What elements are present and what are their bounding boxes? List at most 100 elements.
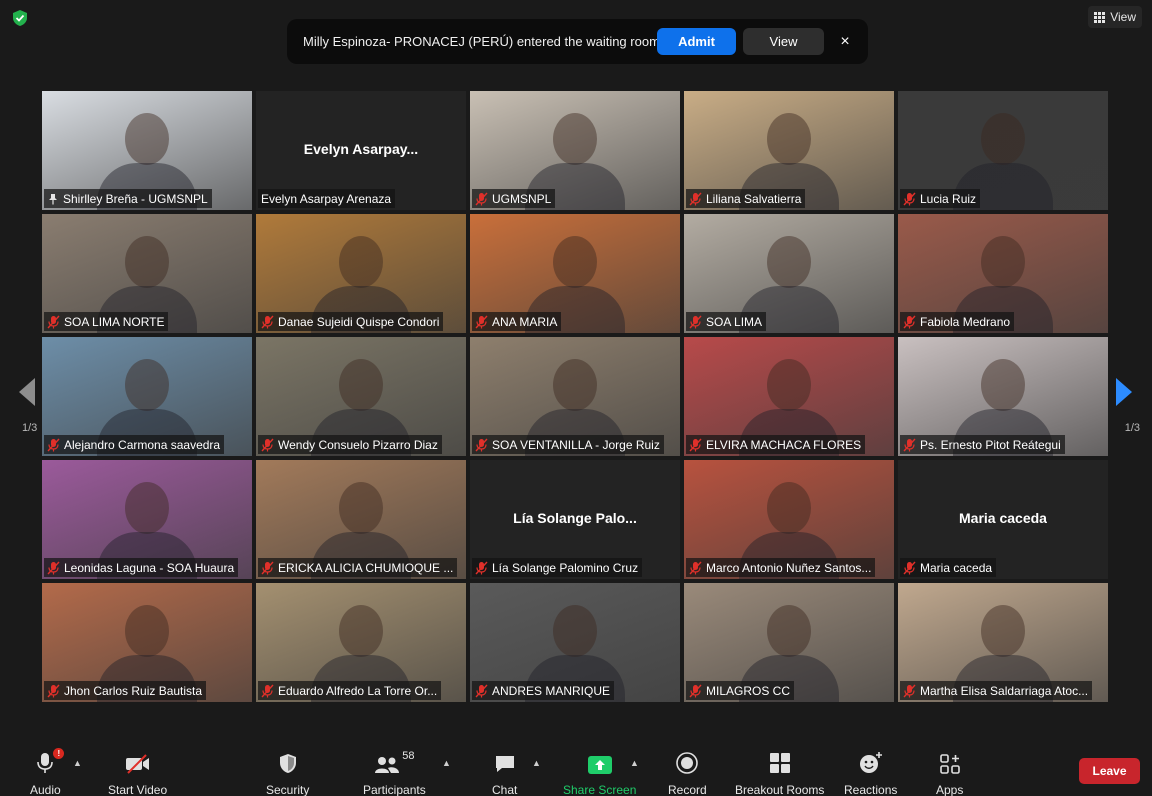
chat-button[interactable]: Chat	[492, 748, 517, 796]
participants-options-chevron-icon[interactable]: ▲	[442, 758, 452, 768]
participant-name: Alejandro Carmona saavedra	[64, 437, 221, 452]
share-screen-icon	[587, 756, 612, 774]
start-video-button[interactable]: Start Video	[108, 748, 167, 796]
participant-name-label: Lucia Ruiz	[900, 189, 981, 208]
participant-name: Eduardo Alfredo La Torre Or...	[278, 683, 438, 698]
participant-name-label: Shirlley Breña - UGMSNPL	[44, 189, 212, 208]
participant-name: Marco Antonio Nuñez Santos...	[706, 560, 872, 575]
muted-microphone-icon	[261, 438, 274, 452]
participant-name: SOA LIMA	[706, 314, 763, 329]
waiting-room-notification: Milly Espinoza- PRONACEJ (PERÚ) entered …	[287, 19, 868, 64]
participant-silhouette	[553, 605, 597, 657]
participant-tile[interactable]: Danae Sujeidi Quispe Condori	[256, 214, 466, 333]
video-off-icon	[125, 754, 149, 774]
participant-tile[interactable]: Shirlley Breña - UGMSNPL	[42, 91, 252, 210]
participants-button[interactable]: 58 Participants	[363, 748, 426, 796]
reactions-button[interactable]: Reactions	[844, 748, 897, 796]
participant-name: Martha Elisa Saldarriaga Atoc...	[920, 683, 1089, 698]
share-options-chevron-icon[interactable]: ▲	[630, 758, 640, 768]
participant-name: Evelyn Asarpay Arenaza	[261, 191, 392, 206]
participant-silhouette	[767, 359, 811, 411]
participant-center-name: Evelyn Asarpay...	[303, 141, 419, 157]
participant-tile[interactable]: Eduardo Alfredo La Torre Or...	[256, 583, 466, 702]
participant-name: ELVIRA MACHACA FLORES	[706, 437, 862, 452]
share-screen-label: Share Screen	[563, 783, 637, 796]
participant-tile[interactable]: Leonidas Laguna - SOA Huaura	[42, 460, 252, 579]
chat-options-chevron-icon[interactable]: ▲	[532, 758, 542, 768]
view-layout-button[interactable]: View	[1088, 6, 1142, 28]
participant-tile[interactable]: SOA LIMA	[684, 214, 894, 333]
participant-tile[interactable]: Marco Antonio Nuñez Santos...	[684, 460, 894, 579]
video-gallery-grid: Shirlley Breña - UGMSNPL Evelyn Asarpay..…	[42, 91, 1110, 702]
participant-name-label: Leonidas Laguna - SOA Huaura	[44, 558, 239, 577]
participant-silhouette	[553, 113, 597, 165]
participant-silhouette	[981, 113, 1025, 165]
breakout-rooms-label: Breakout Rooms	[735, 783, 825, 796]
participant-tile[interactable]: Jhon Carlos Ruiz Bautista	[42, 583, 252, 702]
security-button[interactable]: Security	[266, 748, 309, 796]
participant-name-label: SOA LIMA NORTE	[44, 312, 169, 331]
participant-silhouette	[339, 236, 383, 288]
participant-tile[interactable]: Lía Solange Palo... Lía Solange Palomino …	[470, 460, 680, 579]
grid-view-icon	[1094, 11, 1106, 23]
muted-microphone-icon	[689, 315, 702, 329]
participant-tile[interactable]: UGMSNPL	[470, 91, 680, 210]
arrow-right-icon[interactable]	[1116, 378, 1132, 406]
muted-microphone-icon	[475, 315, 488, 329]
participant-tile[interactable]: SOA LIMA NORTE	[42, 214, 252, 333]
participant-tile[interactable]: Wendy Consuelo Pizarro Diaz	[256, 337, 466, 456]
participant-tile[interactable]: SOA VENTANILLA - Jorge Ruiz	[470, 337, 680, 456]
audio-warning-badge: !	[53, 748, 65, 759]
record-button[interactable]: Record	[668, 748, 707, 796]
participant-tile[interactable]: Maria caceda Maria caceda	[898, 460, 1108, 579]
participant-silhouette	[767, 482, 811, 534]
view-waiting-room-button[interactable]: View	[743, 28, 824, 55]
muted-microphone-icon	[903, 561, 916, 575]
participant-name-label: UGMSNPL	[472, 189, 556, 208]
participant-name-label: ERICKA ALICIA CHUMIOQUE ...	[258, 558, 458, 577]
participant-tile[interactable]: Liliana Salvatierra	[684, 91, 894, 210]
share-screen-button[interactable]: Share Screen	[563, 748, 636, 796]
participant-tile[interactable]: MILAGROS CC	[684, 583, 894, 702]
participant-tile[interactable]: ANDRES MANRIQUE	[470, 583, 680, 702]
close-icon[interactable]: ×	[835, 29, 855, 54]
participant-silhouette	[339, 605, 383, 657]
muted-microphone-icon	[261, 684, 274, 698]
participant-silhouette	[125, 482, 169, 534]
encryption-shield-icon[interactable]	[11, 9, 29, 27]
apps-button[interactable]: Apps	[936, 748, 963, 796]
participant-name: Wendy Consuelo Pizarro Diaz	[278, 437, 438, 452]
participant-name: Liliana Salvatierra	[706, 191, 802, 206]
security-shield-icon	[279, 754, 296, 773]
muted-microphone-icon	[903, 438, 916, 452]
participant-name-label: Maria caceda	[900, 558, 997, 577]
leave-button[interactable]: Leave	[1079, 758, 1140, 784]
admit-button[interactable]: Admit	[657, 28, 736, 55]
muted-microphone-icon	[903, 192, 916, 206]
arrow-left-icon[interactable]	[19, 378, 35, 406]
audio-button[interactable]: ! Audio	[30, 748, 65, 796]
participant-tile[interactable]: Lucia Ruiz	[898, 91, 1108, 210]
record-label: Record	[668, 783, 707, 796]
microphone-icon	[37, 753, 54, 773]
participant-tile[interactable]: Alejandro Carmona saavedra	[42, 337, 252, 456]
participant-tile[interactable]: Ps. Ernesto Pitot Reátegui	[898, 337, 1108, 456]
participant-tile[interactable]: Martha Elisa Saldarriaga Atoc...	[898, 583, 1108, 702]
breakout-rooms-button[interactable]: Breakout Rooms	[735, 748, 824, 796]
reactions-smiley-icon	[859, 752, 882, 773]
participant-tile[interactable]: Fabiola Medrano	[898, 214, 1108, 333]
participant-name-label: Martha Elisa Saldarriaga Atoc...	[900, 681, 1093, 700]
audio-options-chevron-icon[interactable]: ▲	[73, 758, 83, 768]
participant-tile[interactable]: ERICKA ALICIA CHUMIOQUE ...	[256, 460, 466, 579]
participant-tile[interactable]: ELVIRA MACHACA FLORES	[684, 337, 894, 456]
muted-microphone-icon	[475, 561, 488, 575]
muted-microphone-icon	[475, 684, 488, 698]
participant-center-name: Maria caceda	[959, 510, 1047, 526]
participant-name-label: Fabiola Medrano	[900, 312, 1015, 331]
participant-name-label: SOA LIMA	[686, 312, 767, 331]
participant-name: SOA LIMA NORTE	[64, 314, 165, 329]
participant-tile[interactable]: ANA MARIA	[470, 214, 680, 333]
participant-name: Shirlley Breña - UGMSNPL	[63, 191, 208, 206]
security-label: Security	[266, 783, 310, 796]
participant-tile[interactable]: Evelyn Asarpay... Evelyn Asarpay Arenaza	[256, 91, 466, 210]
